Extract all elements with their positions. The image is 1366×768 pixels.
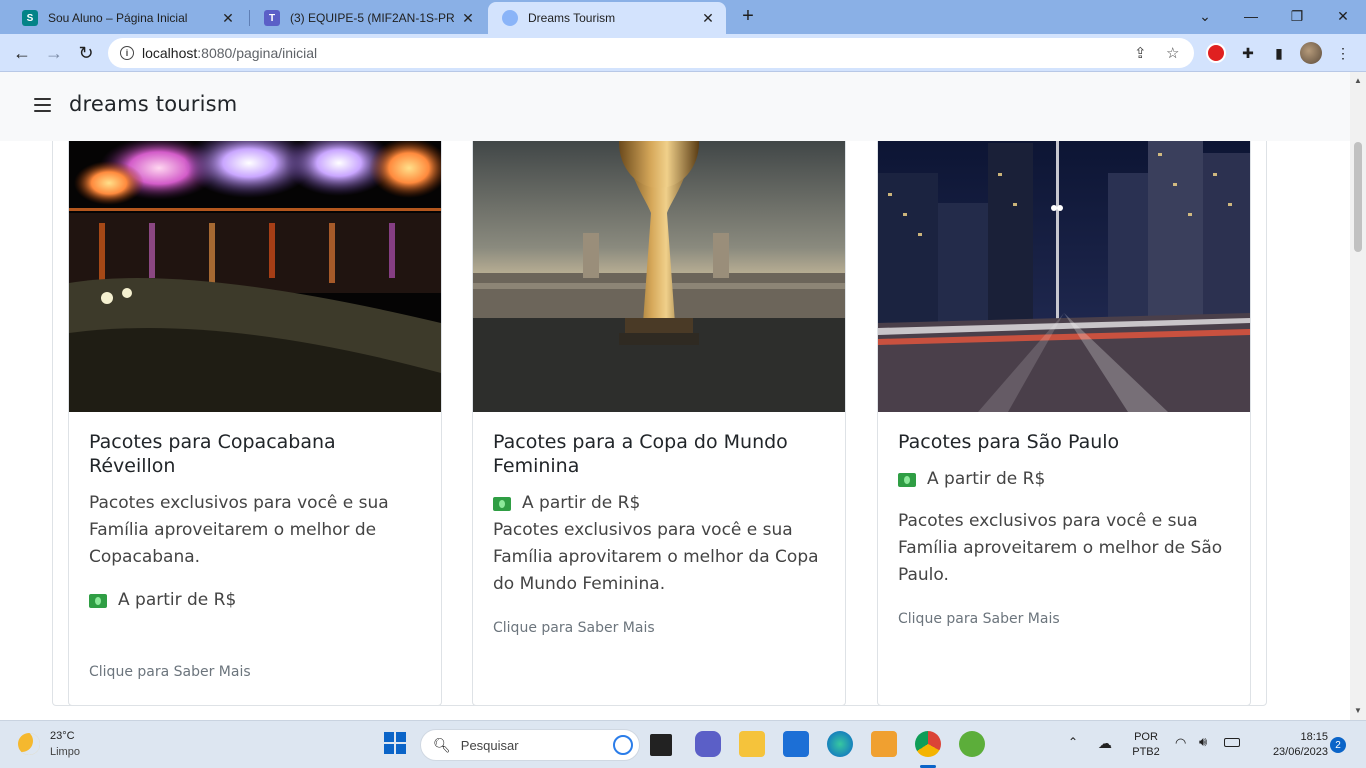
file-explorer-icon[interactable] — [739, 731, 765, 757]
side-panel-icon[interactable]: ▮ — [1268, 42, 1290, 64]
url-host: localhost — [142, 45, 198, 61]
package-card-sao-paulo[interactable]: Pacotes para São Paulo A partir de R$ Pa… — [877, 112, 1251, 706]
learn-more-link[interactable]: Clique para Saber Mais — [898, 611, 1230, 627]
page-icon — [502, 10, 518, 26]
taskbar-search-box[interactable]: 🔍︎ Pesquisar — [420, 729, 640, 761]
learn-more-link[interactable]: Clique para Saber Mais — [89, 664, 421, 680]
money-icon — [493, 496, 511, 511]
bing-icon[interactable] — [613, 735, 633, 755]
share-icon[interactable]: ⇪ — [1134, 44, 1147, 62]
trophy-image — [473, 113, 845, 412]
tab-title: Sou Aluno – Página Inicial — [48, 11, 188, 25]
address-bar[interactable]: i localhost:8080/pagina/inicial ⇪ ☆ — [108, 38, 1194, 68]
bookmark-star-icon[interactable]: ☆ — [1166, 44, 1179, 62]
clock-date[interactable]: 23/06/2023 — [1252, 745, 1328, 760]
task-view-icon[interactable] — [650, 734, 672, 756]
weather-temp: 23°C — [50, 730, 75, 742]
back-button[interactable]: ← — [10, 41, 34, 65]
microsoft-store-icon[interactable] — [783, 731, 809, 757]
notification-badge[interactable]: 2 — [1330, 737, 1346, 753]
reload-button[interactable]: ↻ — [74, 41, 98, 65]
tools-app-icon[interactable] — [871, 731, 897, 757]
teams-chat-icon[interactable] — [695, 731, 721, 757]
windows-taskbar: 23°C Limpo 🔍︎ Pesquisar ⌃ ☁ POR PTB2 ◠ 🔊… — [0, 720, 1366, 768]
url-path: :8080/pagina/inicial — [197, 45, 318, 61]
close-icon[interactable]: ✕ — [700, 10, 716, 26]
wifi-icon[interactable]: ◠ — [1175, 735, 1186, 751]
weather-desc: Limpo — [50, 746, 80, 758]
chevron-up-icon[interactable]: ⌃ — [1068, 735, 1078, 749]
volume-icon[interactable]: 🔊︎ — [1199, 734, 1207, 750]
price-label: A partir de R$ — [118, 590, 237, 610]
windows-start-icon[interactable] — [383, 731, 409, 757]
forward-button[interactable]: → — [42, 41, 66, 65]
close-icon[interactable]: ✕ — [460, 10, 476, 26]
card-title: Pacotes para Copacabana Réveillon — [89, 431, 336, 477]
site-navbar: dreams tourism — [0, 72, 1350, 141]
tab-title: (3) EQUIPE-5 (MIF2AN-1S-PRIT-2 — [290, 11, 454, 25]
card-description: Pacotes exclusivos para você e sua Famíl… — [898, 511, 1223, 585]
edge-browser-icon[interactable] — [827, 731, 853, 757]
battery-icon[interactable] — [1224, 738, 1240, 747]
site-brand[interactable]: dreams tourism — [69, 92, 237, 116]
web-page: dreams tourism Pacotes para Copacabana R… — [0, 72, 1350, 720]
chrome-menu-icon[interactable]: ⋮ — [1332, 42, 1354, 64]
package-card-copacabana[interactable]: Pacotes para Copacabana Réveillon Pacote… — [68, 112, 442, 706]
search-icon: 🔍︎ — [433, 736, 451, 753]
keyboard-layout[interactable]: PTB2 — [1130, 745, 1162, 760]
minimize-button[interactable]: — — [1228, 0, 1274, 32]
chrome-taskbar-icon[interactable] — [915, 731, 941, 757]
hamburger-menu-icon[interactable] — [34, 98, 51, 112]
close-window-button[interactable]: ✕ — [1320, 0, 1366, 32]
restore-button[interactable]: ❐ — [1274, 0, 1320, 32]
card-title: Pacotes para São Paulo — [898, 431, 1120, 453]
card-price: A partir de R$ — [89, 587, 421, 614]
language-code[interactable]: POR — [1130, 730, 1162, 745]
page-scrollbar[interactable]: ▲ ▼ — [1350, 72, 1366, 720]
scroll-up-arrow-icon[interactable]: ▲ — [1354, 76, 1362, 85]
card-price: A partir de R$ — [493, 490, 825, 517]
money-icon — [898, 472, 916, 487]
tab-search-button[interactable]: ⌄ — [1182, 0, 1228, 32]
close-icon[interactable]: ✕ — [220, 10, 236, 26]
onedrive-cloud-icon[interactable]: ☁ — [1098, 735, 1112, 752]
extensions-puzzle-icon[interactable]: ✚ — [1237, 42, 1259, 64]
clock-time[interactable]: 18:15 — [1252, 730, 1328, 745]
profile-avatar[interactable] — [1300, 42, 1322, 64]
adblock-extension-icon[interactable] — [1205, 42, 1227, 64]
tab-equipe[interactable]: T (3) EQUIPE-5 (MIF2AN-1S-PRIT-2 ✕ — [250, 2, 486, 34]
scrollbar-thumb[interactable] — [1354, 142, 1362, 252]
browser-toolbar: ← → ↻ i localhost:8080/pagina/inicial ⇪ … — [0, 34, 1366, 72]
card-price: A partir de R$ — [898, 466, 1230, 493]
browser-tab-bar: S Sou Aluno – Página Inicial ✕ T (3) EQU… — [0, 0, 1366, 34]
learn-more-link[interactable]: Clique para Saber Mais — [493, 620, 825, 636]
site-info-icon[interactable]: i — [120, 46, 134, 60]
new-tab-button[interactable]: + — [736, 5, 760, 29]
search-placeholder: Pesquisar — [460, 737, 519, 753]
card-title: Pacotes para a Copa do Mundo Feminina — [493, 431, 788, 477]
scroll-down-arrow-icon[interactable]: ▼ — [1354, 706, 1362, 715]
teams-icon: T — [264, 10, 280, 26]
package-card-copa-feminina[interactable]: Pacotes para a Copa do Mundo Feminina A … — [472, 112, 846, 706]
tab-dreams-tourism[interactable]: Dreams Tourism ✕ — [488, 2, 726, 34]
price-label: A partir de R$ — [927, 469, 1046, 489]
eclipse-ide-icon[interactable] — [959, 731, 985, 757]
money-icon — [89, 593, 107, 608]
moon-weather-icon[interactable] — [18, 733, 42, 757]
tab-sou-aluno[interactable]: S Sou Aluno – Página Inicial ✕ — [8, 2, 246, 34]
fireworks-image — [69, 113, 441, 412]
card-description: Pacotes exclusivos para você e sua Famíl… — [89, 493, 389, 567]
tab-title: Dreams Tourism — [528, 11, 616, 25]
sharepoint-icon: S — [22, 10, 38, 26]
city-avenue-image — [878, 113, 1250, 412]
price-label: A partir de R$ — [522, 493, 641, 513]
card-description: Pacotes exclusivos para você e sua Famíl… — [493, 520, 819, 594]
